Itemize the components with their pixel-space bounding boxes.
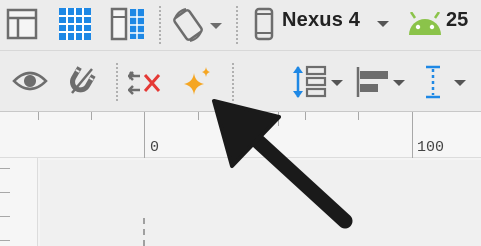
annotation-arrow-icon bbox=[212, 99, 353, 229]
